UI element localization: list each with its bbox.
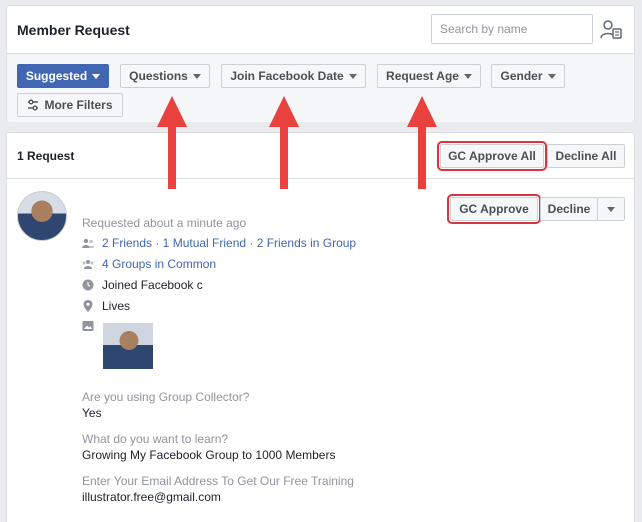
annotation-arrows [157, 96, 437, 189]
arrow-up-icon [269, 96, 299, 189]
arrow-up-icon [157, 96, 187, 189]
arrow-up-icon [407, 96, 437, 189]
